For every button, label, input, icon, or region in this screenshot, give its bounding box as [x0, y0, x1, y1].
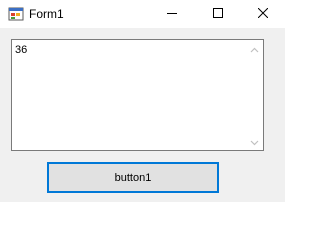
scroll-down-arrow-icon — [250, 133, 259, 151]
title-bar[interactable]: Form1 — [0, 0, 285, 28]
multiline-textbox[interactable]: 36 — [11, 39, 264, 151]
scroll-up-arrow-icon — [250, 40, 259, 58]
maximize-button[interactable] — [195, 0, 241, 28]
window-title: Form1 — [29, 7, 64, 21]
textbox-value[interactable]: 36 — [15, 43, 27, 57]
scroll-down-button[interactable] — [246, 133, 263, 150]
scroll-up-button[interactable] — [246, 40, 263, 57]
vertical-scrollbar[interactable] — [246, 40, 263, 150]
button1-label: button1 — [114, 171, 152, 184]
close-button[interactable] — [240, 0, 286, 28]
minimize-icon — [167, 5, 177, 23]
maximize-icon — [213, 5, 223, 23]
winforms-app-icon[interactable] — [8, 6, 24, 22]
minimize-button[interactable] — [149, 0, 195, 28]
form-client-area: 36 button1 — [0, 28, 285, 202]
form1-window: Form1 36 button1 — [0, 0, 285, 202]
button1[interactable]: button1 — [47, 162, 219, 193]
close-icon — [257, 5, 269, 23]
